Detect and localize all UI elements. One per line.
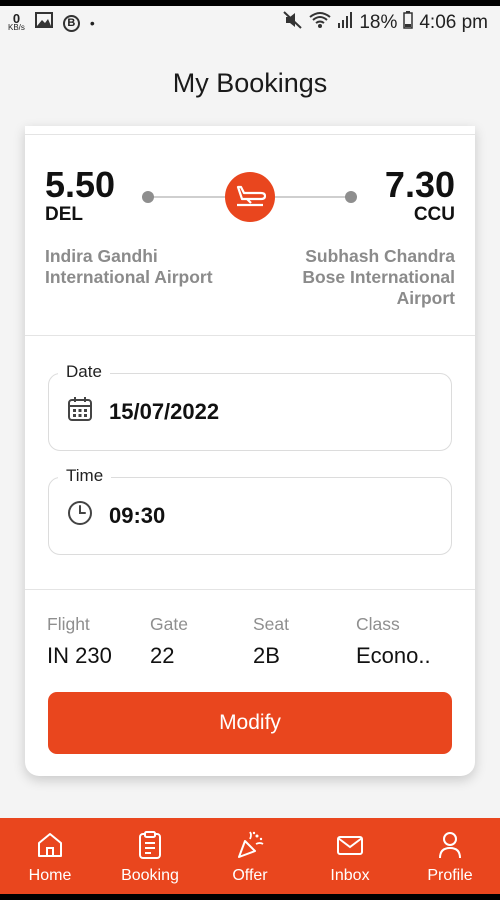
- notification-dot: •: [89, 15, 95, 31]
- info-flight-value: IN 230: [47, 643, 112, 668]
- wifi-icon: [309, 11, 331, 35]
- nav-profile-label: Profile: [427, 867, 473, 884]
- nav-inbox[interactable]: Inbox: [300, 818, 400, 894]
- clock-icon: [67, 500, 93, 526]
- info-class: Class Econo..: [356, 614, 431, 669]
- clipboard-icon: [135, 830, 165, 860]
- plane-icon: [234, 182, 267, 213]
- arrival-airport: Subhash Chandra Bose International Airpo…: [302, 246, 455, 308]
- time-field[interactable]: Time 09:30: [48, 464, 452, 555]
- page-title: My Bookings: [172, 68, 328, 98]
- nav-home-label: Home: [28, 867, 72, 884]
- bottom-edge: [0, 894, 500, 900]
- status-bar: 0 KB/s B • 18% 4:06 pm: [0, 6, 500, 40]
- nav-booking-label: Booking: [121, 867, 179, 884]
- divider-middle: [25, 335, 475, 336]
- departure-airport: Indira Gandhi International Airport: [45, 246, 213, 287]
- info-gate: Gate 22: [150, 614, 188, 669]
- nav-home[interactable]: Home: [0, 818, 100, 894]
- signal-icon: [337, 11, 353, 35]
- date-value: 15/07/2022: [109, 399, 220, 424]
- info-seat: Seat 2B: [253, 614, 289, 669]
- time-value: 09:30: [109, 503, 166, 528]
- divider-top: [25, 134, 475, 135]
- home-icon: [35, 830, 65, 860]
- departure-time: 5.50: [45, 164, 116, 205]
- calendar-icon: [67, 396, 93, 422]
- plane-badge: [225, 172, 275, 222]
- divider-lower: [25, 589, 475, 590]
- arrival-code: CCU: [413, 204, 455, 225]
- status-left: 0 KB/s B •: [8, 12, 95, 34]
- info-class-value: Econo..: [356, 643, 431, 668]
- nav-booking[interactable]: Booking: [100, 818, 200, 894]
- info-flight-label: Flight: [47, 614, 90, 634]
- info-class-label: Class: [356, 614, 400, 634]
- info-seat-value: 2B: [253, 643, 280, 668]
- route-start-dot: [142, 191, 154, 203]
- user-icon: [435, 830, 465, 860]
- network-speed: 0 KB/s: [8, 11, 25, 32]
- arrival-time: 7.30: [384, 164, 455, 205]
- bottom-nav: Home Booking Offer Inbox Profile: [0, 818, 500, 894]
- clock-time: 4:06 pm: [419, 12, 488, 33]
- info-gate-label: Gate: [150, 614, 188, 634]
- info-flight: Flight IN 230: [47, 614, 112, 669]
- party-popper-icon: [235, 830, 265, 860]
- departure-code: DEL: [45, 204, 83, 225]
- info-seat-label: Seat: [253, 614, 289, 634]
- date-field-label: Date: [58, 360, 110, 384]
- network-speed-unit: KB/s: [8, 23, 25, 32]
- gallery-icon: [34, 12, 53, 34]
- nav-offer[interactable]: Offer: [200, 818, 300, 894]
- modify-button[interactable]: Modify: [48, 692, 452, 754]
- nav-profile[interactable]: Profile: [400, 818, 500, 894]
- network-speed-value: 0: [12, 11, 21, 26]
- battery-percent: 18%: [359, 12, 398, 33]
- date-field[interactable]: Date 15/07/2022: [48, 360, 452, 451]
- nav-offer-label: Offer: [232, 867, 268, 884]
- nav-inbox-label: Inbox: [330, 867, 370, 884]
- booking-card: 5.50 DEL 7.30 CCU Indira Gandhi Internat…: [25, 126, 475, 776]
- route-end-dot: [345, 191, 357, 203]
- time-field-label: Time: [58, 464, 112, 488]
- info-gate-value: 22: [150, 643, 175, 668]
- mail-icon: [335, 830, 365, 860]
- notification-b-icon: B: [62, 14, 80, 32]
- battery-icon: [403, 11, 414, 35]
- mute-icon: [283, 11, 303, 35]
- status-right: 18% 4:06 pm: [283, 11, 488, 35]
